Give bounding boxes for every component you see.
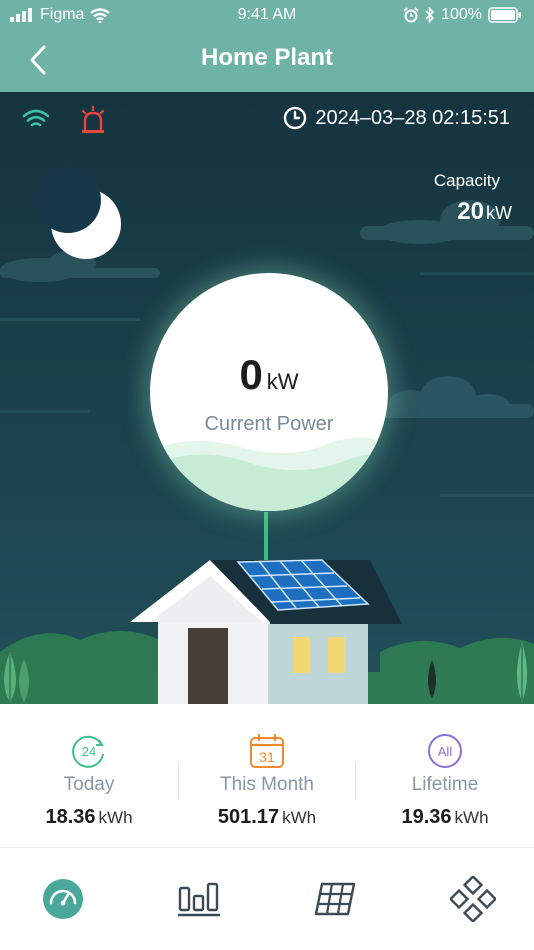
calendar-icon-text: 31 — [259, 749, 275, 765]
power-wave — [150, 437, 388, 511]
this-month-label: This Month — [220, 774, 314, 795]
datetime-text: 2024–03–28 02:15:51 — [315, 106, 510, 129]
house-window-left — [293, 637, 310, 673]
page-title: Home Plant — [200, 44, 334, 71]
solar-panel-icon[interactable] — [312, 876, 358, 922]
stat-lifetime[interactable]: All Lifetime 19.36 kWh — [356, 704, 534, 848]
power-connector — [264, 512, 268, 560]
lifetime-icon-text: All — [438, 744, 453, 759]
lifetime-unit: kWh — [454, 808, 489, 827]
today-label: Today — [63, 774, 115, 795]
bar-chart-icon[interactable] — [176, 876, 222, 922]
plant-scene: 2024–03–28 02:15:51 Capacity 20 kW 0 kW Cu… — [0, 92, 534, 704]
top-bar: Figma 9:41 AM 100% Home Plant — [0, 0, 534, 92]
battery-percent: 100% — [441, 6, 482, 23]
alarm-clock-icon — [403, 7, 419, 23]
current-power-value: 0 kW — [150, 351, 388, 399]
lifetime-number: 19.36 — [401, 806, 452, 828]
wifi-signal-icon — [22, 109, 50, 127]
capacity-value: 20 kW — [457, 198, 512, 226]
house — [130, 559, 402, 704]
today-number: 18.36 — [45, 806, 96, 828]
this-month-value: 501.17 kWh — [178, 806, 356, 829]
clock-icon — [284, 106, 307, 130]
nav-bar: Home Plant — [0, 32, 534, 92]
house-door — [188, 628, 228, 704]
alarm-siren-icon[interactable] — [80, 106, 106, 134]
bluetooth-icon — [425, 7, 435, 23]
timestamp: 2024–03–28 02:15:51 — [283, 106, 510, 130]
current-power-circle[interactable]: 0 kW Current Power — [150, 273, 388, 511]
this-month-unit: kWh — [282, 808, 317, 827]
lifetime-label: Lifetime — [411, 774, 479, 795]
this-month-number: 501.17 — [217, 806, 280, 828]
stat-today[interactable]: 24 Today 18.36 kWh — [0, 704, 178, 848]
capacity-unit: kW — [486, 203, 512, 223]
today-value: 18.36 kWh — [0, 806, 178, 829]
bottom-tab-bar — [0, 848, 534, 950]
current-power-number: 0 — [239, 351, 263, 398]
devices-grid-icon[interactable] — [450, 876, 496, 922]
lifetime-all-icon: All — [428, 734, 462, 768]
dashboard-gauge-icon[interactable] — [40, 876, 86, 922]
lifetime-value: 19.36 kWh — [356, 806, 534, 829]
house-window-right — [328, 637, 345, 673]
today-unit: kWh — [98, 808, 133, 827]
energy-stats: 24 Today 18.36 kWh 31 This Month 501.17 kW… — [0, 704, 534, 848]
capacity-number: 20 — [457, 198, 484, 225]
cloud-middle-right — [380, 376, 534, 418]
battery-icon — [488, 7, 521, 23]
stat-this-month[interactable]: 31 This Month 501.17 kWh — [178, 704, 356, 848]
today-icon-text: 24 — [82, 744, 96, 759]
status-bar: Figma 9:41 AM 100% — [0, 0, 534, 32]
current-power-unit: kW — [266, 369, 299, 394]
capacity-label: Capacity — [433, 171, 500, 190]
calendar-icon: 31 — [250, 734, 284, 768]
today-24h-icon: 24 — [72, 735, 104, 768]
